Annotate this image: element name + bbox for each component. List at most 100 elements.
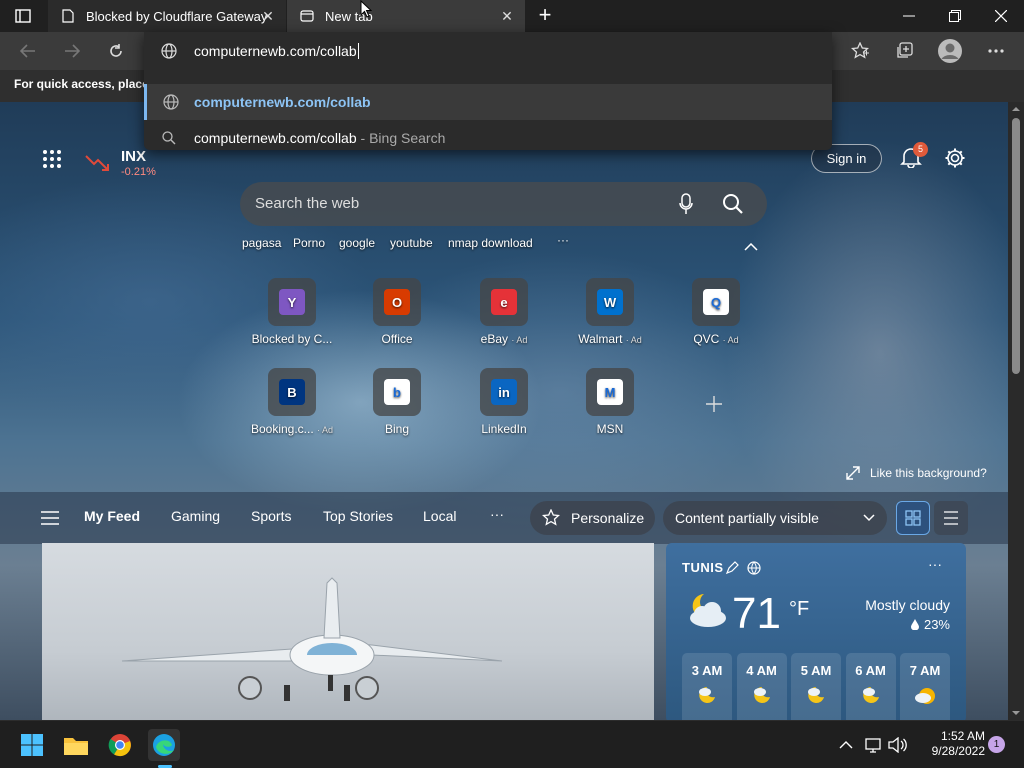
- notifications-bell-icon[interactable]: 5: [900, 142, 928, 170]
- shortcut-glyph: Q: [703, 289, 729, 315]
- web-search-box[interactable]: Search the web: [240, 182, 767, 226]
- personalize-button[interactable]: Personalize: [530, 501, 655, 535]
- hourly-forecast-tile[interactable]: 3 AM: [682, 653, 732, 720]
- feed-nav: My Feed Gaming Sports Top Stories Local …: [0, 492, 1008, 544]
- shortcut-glyph: in: [491, 379, 517, 405]
- chrome-icon[interactable]: [104, 729, 136, 761]
- shortcut-ad-label: · Ad: [317, 425, 334, 435]
- edit-location-icon[interactable]: [725, 561, 739, 575]
- start-button[interactable]: [16, 729, 48, 761]
- more-menu-icon[interactable]: [982, 38, 1010, 64]
- microphone-icon[interactable]: [679, 193, 693, 220]
- shortcut-tile[interactable]: M MSN: [562, 368, 658, 436]
- collections-icon[interactable]: [890, 38, 918, 64]
- scroll-up-icon[interactable]: [1008, 104, 1024, 114]
- file-explorer-icon[interactable]: [60, 729, 92, 761]
- hamburger-menu-icon[interactable]: [41, 511, 59, 530]
- suggestion-search[interactable]: computernewb.com/collab - Bing Search: [144, 120, 832, 156]
- shortcut-label: LinkedIn: [481, 422, 527, 436]
- edge-icon[interactable]: [148, 729, 180, 761]
- scrollbar-thumb[interactable]: [1012, 118, 1020, 374]
- weather-temp: 71: [732, 589, 781, 638]
- notification-center-badge[interactable]: 1: [988, 736, 1005, 753]
- quick-link[interactable]: google: [339, 236, 375, 250]
- hourly-forecast-tile[interactable]: 5 AM: [791, 653, 841, 720]
- shortcut-tile[interactable]: Q QVC · Ad: [668, 278, 764, 346]
- tab-top-stories[interactable]: Top Stories: [323, 508, 393, 524]
- forward-button[interactable]: [58, 38, 86, 64]
- more-tabs-icon[interactable]: ···: [490, 506, 504, 522]
- weather-more-icon[interactable]: ···: [928, 556, 942, 572]
- close-window-button[interactable]: [978, 0, 1024, 32]
- volume-icon[interactable]: [882, 729, 914, 761]
- clock[interactable]: 1:52 AM 9/28/2022: [915, 729, 985, 759]
- grid-layout-button[interactable]: [896, 501, 930, 535]
- shortcut-logo-icon: W: [586, 278, 634, 326]
- tab-gaming[interactable]: Gaming: [171, 508, 220, 524]
- settings-gear-icon[interactable]: [944, 147, 966, 169]
- shortcut-tile[interactable]: Y Blocked by C...: [244, 278, 340, 346]
- hourly-forecast-tile[interactable]: 4 AM: [736, 653, 787, 720]
- restore-button[interactable]: [932, 0, 978, 32]
- like-background-link[interactable]: Like this background?: [846, 466, 987, 480]
- quick-link[interactable]: Porno: [293, 236, 325, 250]
- news-card-image[interactable]: [42, 543, 654, 720]
- tab-sports[interactable]: Sports: [251, 508, 291, 524]
- shortcut-tile[interactable]: B Booking.c... · Ad: [244, 368, 340, 436]
- hourly-forecast-tile[interactable]: 7 AM: [900, 653, 950, 720]
- hourly-forecast-tile[interactable]: 6 AM: [845, 653, 896, 720]
- shortcut-logo-icon: e: [480, 278, 528, 326]
- shortcut-tile[interactable]: in LinkedIn: [456, 368, 552, 436]
- airplane-image: [121, 577, 503, 701]
- globe-icon[interactable]: [747, 561, 761, 575]
- shortcut-tile[interactable]: O Office: [349, 278, 445, 346]
- content-visibility-select[interactable]: Content partially visible: [663, 501, 887, 535]
- address-bar[interactable]: computernewb.com/collab: [144, 32, 832, 70]
- shortcut-label: MSN: [596, 422, 624, 436]
- suggestion-url[interactable]: computernewb.com/collab: [144, 84, 832, 120]
- shortcut-tile[interactable]: e eBay · Ad: [456, 278, 552, 346]
- shortcut-logo-icon: Q: [692, 278, 740, 326]
- close-tab-icon[interactable]: ✕: [499, 8, 515, 24]
- tab-my-feed[interactable]: My Feed: [84, 508, 140, 524]
- add-shortcut-icon[interactable]: [705, 395, 723, 418]
- shortcut-label: Office: [381, 332, 413, 346]
- suggestion-text: computernewb.com/collab: [194, 130, 357, 146]
- scroll-down-icon[interactable]: [1008, 708, 1024, 718]
- refresh-button[interactable]: [102, 38, 130, 64]
- quick-link[interactable]: youtube: [390, 236, 433, 250]
- page-scrollbar[interactable]: [1008, 102, 1024, 720]
- address-input[interactable]: computernewb.com/collab: [194, 43, 357, 59]
- collapse-chevron-icon[interactable]: [744, 238, 758, 256]
- tab-actions-icon[interactable]: [14, 8, 32, 24]
- favorites-icon[interactable]: [846, 38, 874, 64]
- personalize-label: Personalize: [571, 510, 645, 526]
- shortcut-glyph: W: [597, 289, 623, 315]
- shortcut-tile[interactable]: W Walmart · Ad: [562, 278, 658, 346]
- stock-symbol: INX: [121, 148, 147, 165]
- tab-new-tab[interactable]: New tab ✕: [287, 0, 525, 32]
- shortcut-ad-label: · Ad: [625, 335, 642, 345]
- tab-title: Blocked by Cloudflare Gateway: [86, 8, 268, 24]
- taskbar: 1:52 AM 9/28/2022 1: [0, 720, 1024, 768]
- new-tab-button[interactable]: +: [534, 4, 556, 28]
- apps-grid-icon[interactable]: [42, 149, 62, 169]
- shortcut-label: QVC: [693, 332, 720, 346]
- tab-local[interactable]: Local: [423, 508, 456, 524]
- profile-avatar[interactable]: [936, 37, 964, 65]
- hour-label: 3 AM: [691, 663, 723, 678]
- list-layout-button[interactable]: [934, 501, 968, 535]
- quick-link[interactable]: nmap download: [448, 236, 533, 250]
- back-button[interactable]: [14, 38, 42, 64]
- weather-card[interactable]: TUNIS ··· 71 °F Mostly cloudy 23% 3 AM 4 …: [666, 543, 966, 720]
- personalize-icon: [542, 509, 560, 526]
- weather-unit: °F: [789, 598, 810, 620]
- quick-links-more[interactable]: ···: [557, 233, 569, 247]
- shortcut-label: eBay: [480, 332, 508, 346]
- quick-link[interactable]: pagasa: [242, 236, 281, 250]
- tab-blocked[interactable]: Blocked by Cloudflare Gateway ✕: [48, 0, 286, 32]
- search-icon[interactable]: [722, 193, 744, 220]
- close-tab-icon[interactable]: ✕: [260, 8, 276, 24]
- shortcut-tile[interactable]: b Bing: [349, 368, 445, 436]
- minimize-button[interactable]: [886, 0, 932, 32]
